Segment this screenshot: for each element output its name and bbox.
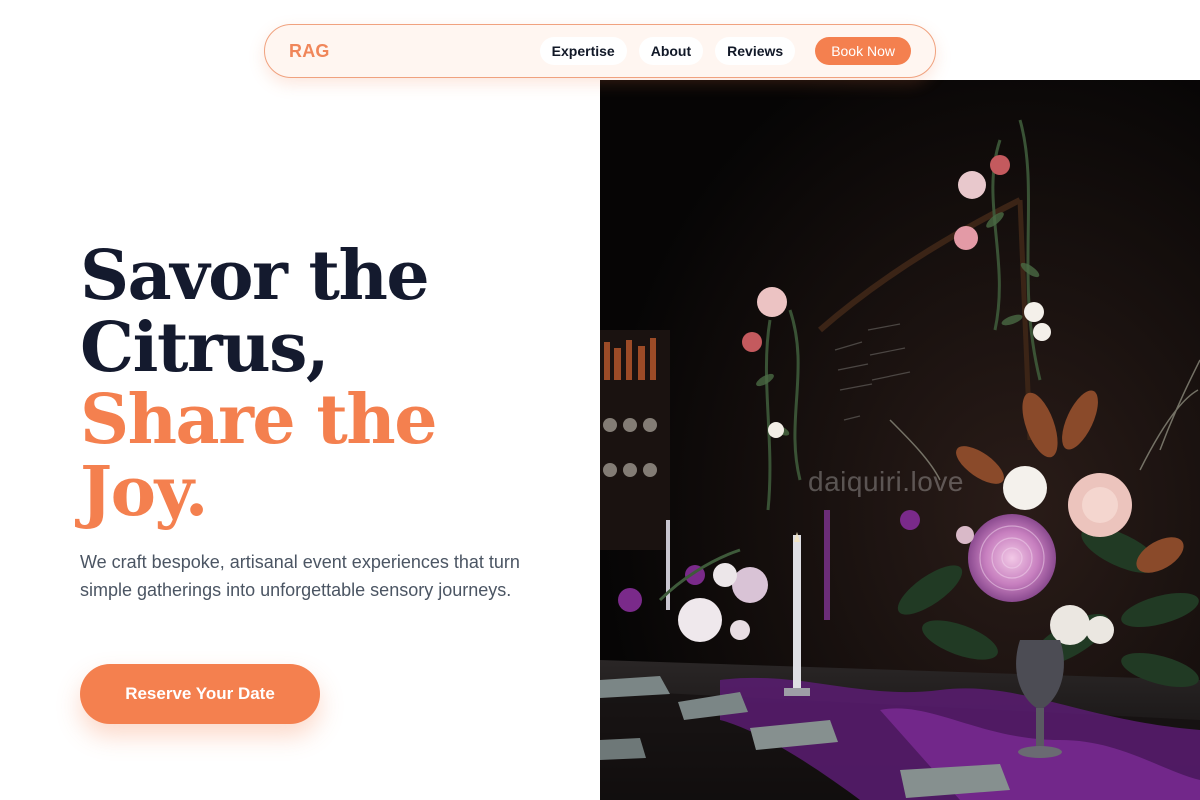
brand-logo[interactable]: RAG: [289, 41, 330, 62]
hero-photo-floral-table: daiquiri.love: [600, 80, 1200, 800]
book-now-button[interactable]: Book Now: [815, 37, 911, 65]
nav-links: Expertise About Reviews Book Now: [539, 37, 911, 65]
hero-title: Savor the Citrus, Share the Joy.: [80, 240, 580, 528]
hero-title-accent-line-2: Joy.: [80, 452, 208, 532]
floral-arrangement-illustration: [600, 80, 1200, 800]
reserve-date-button[interactable]: Reserve Your Date: [80, 664, 320, 724]
hero-description: We craft bespoke, artisanal event experi…: [80, 552, 520, 600]
hero-title-accent-line-1: Share the: [80, 380, 437, 460]
nav-link-about[interactable]: About: [638, 37, 704, 65]
top-nav: RAG Expertise About Reviews Book Now: [264, 24, 936, 78]
nav-link-reviews[interactable]: Reviews: [715, 37, 796, 65]
hero-title-line-2: Citrus,: [80, 308, 330, 388]
image-watermark: daiquiri.love: [808, 466, 964, 497]
hero-title-line-1: Savor the: [80, 236, 430, 316]
nav-link-expertise[interactable]: Expertise: [539, 37, 627, 65]
